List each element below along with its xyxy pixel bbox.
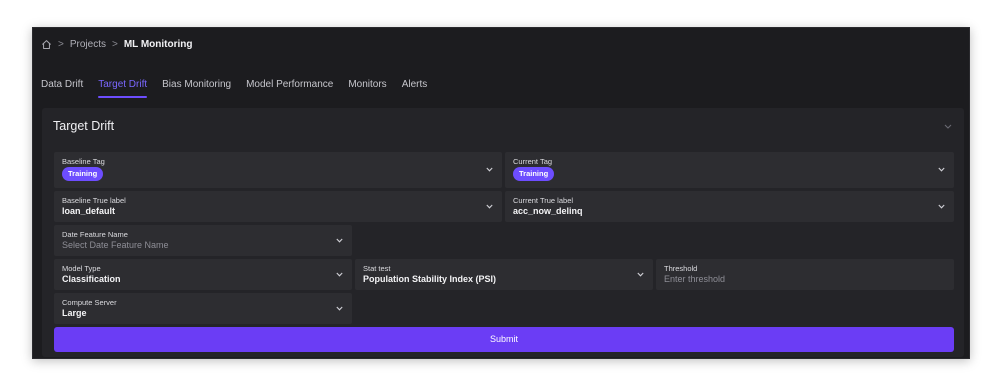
baseline-tag-label: Baseline Tag xyxy=(62,157,105,166)
model-type-value: Classification xyxy=(62,274,121,284)
current-true-label-select[interactable]: Current True label acc_now_delinq xyxy=(505,191,954,222)
panel-title: Target Drift xyxy=(53,119,115,133)
current-tag-pill: Training xyxy=(513,167,555,181)
chevron-down-icon xyxy=(938,167,945,172)
baseline-tag-pill: Training xyxy=(62,167,104,181)
stat-test-label: Stat test xyxy=(363,264,391,273)
baseline-true-label-label: Baseline True label xyxy=(62,196,126,205)
chevron-down-icon xyxy=(938,204,945,209)
chevron-down-icon xyxy=(336,272,343,277)
tab-data-drift[interactable]: Data Drift xyxy=(41,78,83,98)
compute-server-select[interactable]: Compute Server Large xyxy=(54,293,352,324)
baseline-tag-select[interactable]: Baseline Tag Training xyxy=(54,152,502,188)
home-icon[interactable] xyxy=(41,39,52,50)
threshold-input[interactable]: Threshold Enter threshold xyxy=(656,259,954,290)
date-feature-name-label: Date Feature Name xyxy=(62,230,128,239)
model-type-select[interactable]: Model Type Classification xyxy=(54,259,352,290)
chevron-down-icon xyxy=(336,306,343,311)
current-true-label-value: acc_now_delinq xyxy=(513,206,583,216)
collapse-chevron-icon[interactable] xyxy=(943,122,953,130)
model-type-label: Model Type xyxy=(62,264,101,273)
breadcrumb-current: ML Monitoring xyxy=(123,38,193,50)
stat-test-select[interactable]: Stat test Population Stability Index (PS… xyxy=(355,259,653,290)
stat-test-value: Population Stability Index (PSI) xyxy=(363,274,497,284)
compute-server-value: Large xyxy=(62,308,87,318)
chevron-down-icon xyxy=(486,167,493,172)
chevron-down-icon xyxy=(336,238,343,243)
current-tag-label: Current Tag xyxy=(513,157,553,166)
tab-target-drift[interactable]: Target Drift xyxy=(98,78,147,98)
breadcrumb: > Projects > ML Monitoring xyxy=(41,37,193,51)
breadcrumb-separator: > xyxy=(58,38,64,50)
compute-server-label: Compute Server xyxy=(62,298,117,307)
baseline-true-label-value: loan_default xyxy=(62,206,116,216)
tab-monitors[interactable]: Monitors xyxy=(348,78,386,98)
chevron-down-icon xyxy=(486,204,493,209)
breadcrumb-projects[interactable]: Projects xyxy=(70,39,106,50)
baseline-true-label-select[interactable]: Baseline True label loan_default xyxy=(54,191,502,222)
tab-alerts[interactable]: Alerts xyxy=(402,78,428,98)
tab-model-performance[interactable]: Model Performance xyxy=(246,78,333,98)
date-feature-name-select[interactable]: Date Feature Name Select Date Feature Na… xyxy=(54,225,352,256)
current-true-label-label: Current True label xyxy=(513,196,574,205)
threshold-label: Threshold xyxy=(664,264,698,273)
chevron-down-icon xyxy=(637,272,644,277)
current-tag-select[interactable]: Current Tag Training xyxy=(505,152,954,188)
breadcrumb-separator: > xyxy=(111,38,118,50)
submit-button[interactable]: Submit xyxy=(54,327,954,352)
tab-bias-monitoring[interactable]: Bias Monitoring xyxy=(162,78,231,98)
app-window: > Projects > ML Monitoring Data Drift Ta… xyxy=(32,27,970,359)
tab-bar: Data Drift Target Drift Bias Monitoring … xyxy=(41,78,427,98)
date-feature-name-placeholder: Select Date Feature Name xyxy=(62,240,169,250)
threshold-placeholder: Enter threshold xyxy=(664,274,726,284)
target-drift-panel: Target Drift Baseline Tag Training Curre… xyxy=(42,108,964,357)
